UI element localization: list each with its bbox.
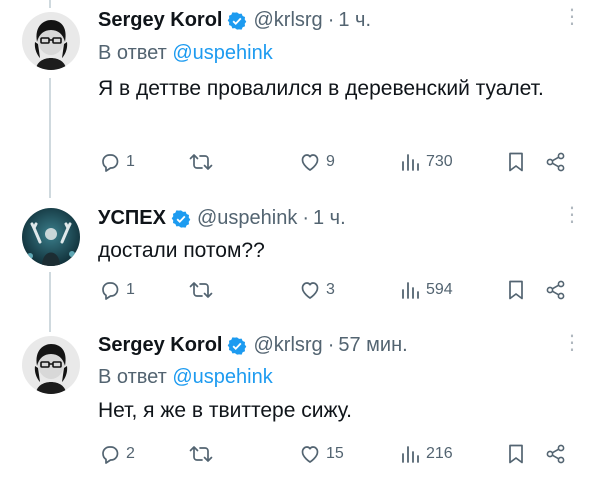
views-button[interactable]: 594 [400, 278, 453, 302]
tweet-1[interactable]: Sergey Korol @krlsrg · 1 ч. ⋮ В ответ @u… [0, 0, 600, 200]
retweet-icon [189, 154, 213, 170]
analytics-icon [402, 446, 419, 463]
share-button[interactable] [544, 278, 568, 302]
reply-icon [102, 282, 119, 300]
person-glasses-avatar-icon [22, 336, 80, 394]
retweet-icon [189, 446, 213, 462]
verified-badge-icon [228, 336, 247, 355]
tweet-header: Sergey Korol @krlsrg · 57 мин. [98, 334, 408, 357]
display-name[interactable]: УСПЕХ [98, 207, 166, 230]
separator-dot: · [327, 334, 335, 356]
tweet-actions: 1 3 594 [98, 278, 578, 306]
handle[interactable]: @krlsrg [253, 334, 322, 357]
like-count: 15 [326, 445, 344, 462]
tweet-text: Я в деттве провалился в деревенский туал… [98, 77, 544, 100]
retweet-button[interactable] [188, 150, 218, 174]
view-count: 594 [426, 281, 453, 298]
tweet-2[interactable]: УСПЕХ @uspehink · 1 ч. ⋮ достали потом??… [0, 200, 600, 330]
more-options-icon[interactable]: ⋮ [562, 333, 582, 353]
reply-button[interactable]: 1 [98, 150, 135, 174]
reply-to-prefix: В ответ [98, 42, 167, 64]
reply-count: 2 [126, 445, 135, 462]
retweet-button[interactable] [188, 278, 218, 302]
separator-dot: · [327, 9, 335, 31]
retweet-button[interactable] [188, 442, 218, 466]
view-count: 216 [426, 445, 453, 462]
avatar[interactable] [22, 208, 80, 266]
timestamp[interactable]: 1 ч. [338, 9, 371, 32]
reply-icon [102, 446, 119, 464]
reply-to-mention[interactable]: @uspehink [172, 42, 272, 64]
reply-to-mention[interactable]: @uspehink [172, 366, 272, 388]
view-count: 730 [426, 153, 453, 170]
tweet-header: Sergey Korol @krlsrg · 1 ч. [98, 9, 371, 32]
heart-icon [301, 154, 319, 171]
tweet-header: УСПЕХ @uspehink · 1 ч. [98, 207, 346, 230]
tweet-text: Нет, я же в твиттере сижу. [98, 399, 352, 422]
timestamp[interactable]: 1 ч. [313, 207, 346, 230]
analytics-icon [402, 154, 419, 171]
views-button[interactable]: 216 [400, 442, 453, 466]
reply-to-line: В ответ @uspehink [98, 366, 273, 389]
share-button[interactable] [544, 150, 568, 174]
handle[interactable]: @uspehink [197, 207, 297, 230]
avatar[interactable] [22, 336, 80, 394]
bookmark-icon [509, 444, 523, 464]
analytics-icon [402, 282, 419, 299]
share-button[interactable] [544, 442, 568, 466]
concert-photo-avatar-icon [22, 208, 80, 266]
reply-count: 1 [126, 281, 135, 298]
reply-button[interactable]: 2 [98, 442, 135, 466]
views-button[interactable]: 730 [400, 150, 453, 174]
tweet-actions: 2 15 216 [98, 442, 578, 470]
more-options-icon[interactable]: ⋮ [562, 7, 582, 27]
like-count: 3 [326, 281, 335, 298]
like-button[interactable]: 15 [298, 442, 344, 466]
separator-dot: · [302, 207, 309, 229]
reply-to-prefix: В ответ [98, 366, 167, 388]
verified-badge-icon [228, 11, 247, 30]
like-button[interactable]: 3 [298, 278, 335, 302]
reply-icon [102, 154, 119, 172]
tweet-3[interactable]: Sergey Korol @krlsrg · 57 мин. ⋮ В ответ… [0, 330, 600, 487]
reply-button[interactable]: 1 [98, 278, 135, 302]
verified-badge-icon [171, 209, 191, 228]
like-count: 9 [326, 153, 335, 170]
bookmark-button[interactable] [506, 150, 526, 174]
more-options-icon[interactable]: ⋮ [562, 205, 582, 225]
person-glasses-avatar-icon [22, 12, 80, 70]
tweet-text: достали потом?? [98, 239, 265, 262]
heart-icon [301, 446, 319, 463]
share-icon [546, 444, 565, 464]
reply-to-line: В ответ @uspehink [98, 42, 273, 65]
like-button[interactable]: 9 [298, 150, 335, 174]
handle[interactable]: @krlsrg [253, 9, 322, 32]
retweet-icon [189, 282, 213, 298]
bookmark-icon [509, 280, 523, 300]
heart-icon [301, 282, 319, 299]
display-name[interactable]: Sergey Korol [98, 9, 222, 32]
display-name[interactable]: Sergey Korol [98, 334, 222, 357]
reply-count: 1 [126, 153, 135, 170]
bookmark-button[interactable] [506, 278, 526, 302]
bookmark-button[interactable] [506, 442, 526, 466]
bookmark-icon [509, 152, 523, 172]
tweet-actions: 1 9 730 [98, 150, 578, 178]
avatar[interactable] [22, 12, 80, 70]
share-icon [546, 280, 565, 300]
share-icon [546, 152, 565, 172]
timestamp[interactable]: 57 мин. [338, 334, 407, 357]
